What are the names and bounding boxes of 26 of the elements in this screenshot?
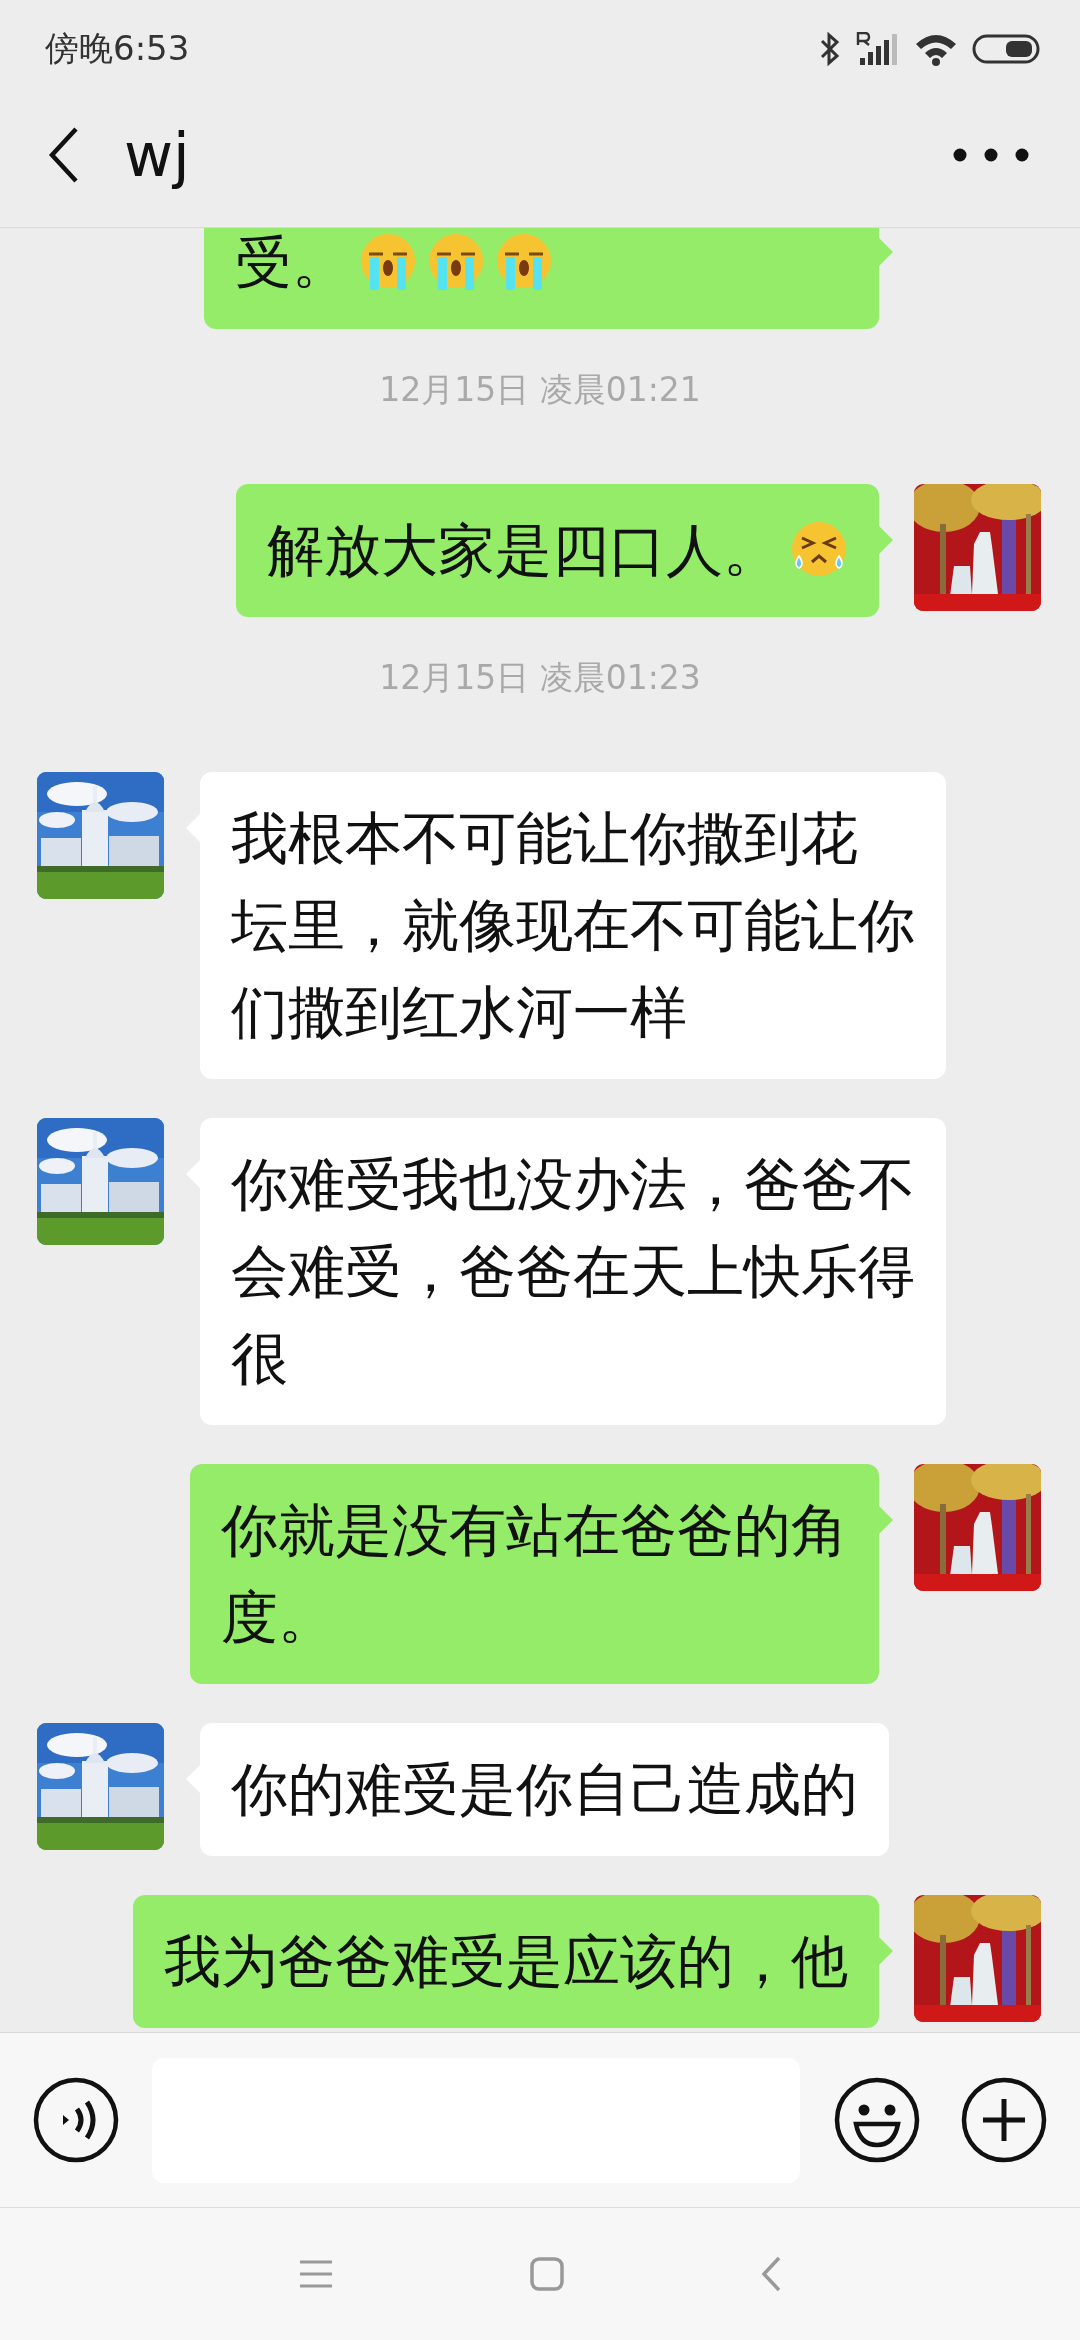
timestamp: 12月15日 凌晨01:21 <box>379 370 701 409</box>
crying-face-icon <box>359 232 417 290</box>
squinting-tearful-face-icon <box>790 520 848 578</box>
bluetooth-icon <box>818 32 842 66</box>
message-text: 我根本不可能让你撒到花 坛里，就像现在不可能让你 们撒到红水河一样 <box>231 805 915 1045</box>
emoji-icon[interactable] <box>834 2077 920 2163</box>
status-time: 傍晚6:53 <box>45 27 190 70</box>
crying-face-icon <box>495 232 553 290</box>
message-text: 你的难受是你自己造成的 <box>231 1756 858 1822</box>
home-icon[interactable] <box>530 2257 564 2291</box>
voice-icon[interactable] <box>33 2077 119 2163</box>
message-text: 受。 <box>235 229 349 295</box>
message-text: 我为爸爸难受是应该的，他 <box>164 1928 848 1994</box>
message-text: 你就是没有站在爸爸的角 度。 <box>221 1497 848 1650</box>
crying-face-icon <box>427 232 485 290</box>
battery-icon <box>972 32 1040 66</box>
back-nav-icon[interactable] <box>760 2256 782 2292</box>
chat-title: wj <box>124 119 191 190</box>
add-icon[interactable] <box>961 2077 1047 2163</box>
signal-icon <box>856 32 900 66</box>
wifi-icon <box>914 32 958 66</box>
timestamp: 12月15日 凌晨01:23 <box>379 658 701 697</box>
menu-icon[interactable] <box>298 2259 334 2289</box>
message-text: 解放大家是四口人。 <box>267 517 780 583</box>
more-icon[interactable] <box>952 146 1030 163</box>
message-text: 你难受我也没办法，爸爸不 会难受，爸爸在天上快乐得 很 <box>231 1151 915 1391</box>
